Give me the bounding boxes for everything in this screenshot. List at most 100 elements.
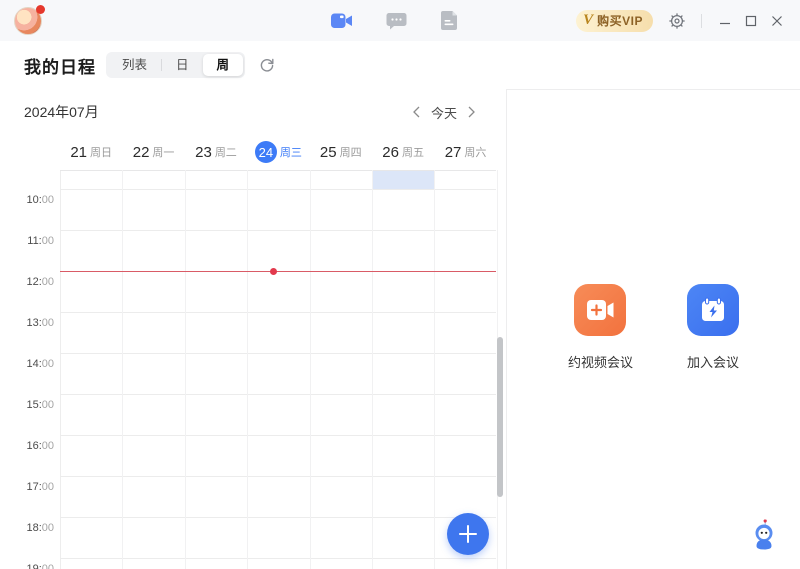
- vip-v-icon: V: [583, 12, 594, 28]
- join-meeting-label: 加入会议: [687, 355, 740, 370]
- hour-line: [60, 435, 496, 436]
- video-plus-glyph: [587, 300, 614, 320]
- day-weekday: 周一: [152, 147, 175, 159]
- chat-icon[interactable]: [384, 9, 408, 33]
- join-meeting-button[interactable]: 加入会议: [687, 284, 739, 371]
- view-tab-0[interactable]: 列表: [108, 54, 161, 76]
- chat-bubble-glyph: [386, 12, 406, 29]
- day-header-cell[interactable]: 23 周二: [185, 135, 247, 169]
- view-tab-1[interactable]: 日: [162, 54, 203, 76]
- minimize-icon: [720, 22, 730, 24]
- day-column-line: [372, 170, 373, 569]
- day-weekday: 周五: [401, 147, 424, 159]
- day-header-cell[interactable]: 26 周五: [372, 135, 434, 169]
- refresh-button[interactable]: [259, 57, 275, 73]
- day-header-cell[interactable]: 27 周六: [434, 135, 496, 169]
- calendar-lightning-glyph: [702, 297, 724, 321]
- day-header-cell[interactable]: 24 周三: [247, 135, 309, 169]
- today-button[interactable]: 今天: [431, 103, 457, 122]
- day-header-cell[interactable]: 25 周四: [310, 135, 372, 169]
- notification-badge: [36, 4, 45, 14]
- schedule-video-meeting-label: 约视频会议: [567, 355, 633, 370]
- day-number: 23: [195, 143, 212, 161]
- minimize-button[interactable]: [712, 8, 738, 34]
- day-column-line: [184, 170, 186, 569]
- time-label: 10:00: [26, 194, 54, 206]
- day-weekday: 周四: [339, 147, 362, 159]
- highlighted-time-slot[interactable]: [373, 171, 434, 189]
- vip-label: 购买VIP: [597, 14, 643, 28]
- hour-line: [60, 312, 496, 313]
- day-weekday: 周日: [90, 147, 113, 159]
- schedule-video-meeting-icon: [574, 284, 627, 336]
- view-tab-2[interactable]: 周: [202, 54, 244, 76]
- titlebar: V 购买VIP: [0, 0, 800, 41]
- day-number: 21: [70, 143, 88, 161]
- join-meeting-icon: [687, 284, 739, 336]
- hour-line: [60, 517, 496, 518]
- time-label: 11:00: [27, 235, 54, 247]
- page-title: 我的日程: [24, 57, 96, 77]
- schedule-video-meeting-button[interactable]: 约视频会议: [568, 284, 633, 371]
- hour-line: [60, 230, 496, 231]
- refresh-icon: [260, 58, 274, 72]
- grid-top-line: [60, 170, 496, 171]
- day-weekday: 周二: [214, 147, 237, 159]
- meeting-actions-panel: 约视频会议 加入会议: [507, 89, 800, 569]
- maximize-button[interactable]: [738, 8, 764, 34]
- video-camera-glyph: [331, 13, 352, 28]
- day-number: 24: [254, 141, 277, 163]
- time-label: 14:00: [26, 358, 54, 370]
- week-day-header: 21 周日 22 周一 23 周二 24 周三 25 周四 26 周五 27 周…: [60, 135, 497, 169]
- assistant-mascot-icon[interactable]: [750, 516, 778, 557]
- day-number: 26: [382, 143, 399, 161]
- current-time-dot: [270, 268, 277, 275]
- user-avatar[interactable]: [14, 4, 45, 35]
- day-header-cell[interactable]: 22 周一: [122, 135, 184, 169]
- hour-line: [60, 353, 496, 354]
- day-weekday: 周三: [279, 147, 302, 159]
- current-time-line: [60, 271, 496, 272]
- robot-mascot-glyph: [755, 519, 773, 550]
- day-number: 22: [132, 143, 150, 161]
- day-column-line: [309, 170, 311, 569]
- hour-line: [60, 189, 496, 190]
- hour-line: [60, 558, 496, 559]
- time-label: 15:00: [26, 399, 54, 411]
- day-column-line: [247, 170, 249, 569]
- day-header-cell[interactable]: 21 周日: [60, 135, 122, 169]
- chevron-right-icon: [468, 106, 475, 118]
- content-area: 2024年07月 今天 21 周日 22 周一 23 周二 24 周三 25 周…: [0, 89, 800, 569]
- gear-glyph: [669, 12, 685, 29]
- prev-week-button[interactable]: [412, 106, 421, 118]
- toolbar: 我的日程 列表日周: [0, 41, 800, 89]
- time-label: 18:00: [26, 522, 54, 534]
- calendar-header: 2024年07月 今天: [0, 89, 506, 135]
- settings-gear-icon[interactable]: [665, 9, 689, 33]
- time-label: 19:00: [26, 563, 54, 569]
- close-icon: [772, 15, 782, 26]
- titlebar-divider: [701, 13, 702, 28]
- chevron-left-icon: [413, 106, 420, 118]
- calendar-panel: 2024年07月 今天 21 周日 22 周一 23 周二 24 周三 25 周…: [0, 89, 507, 569]
- time-grid[interactable]: 10:00 11:00 12:00 13:00 14:00 15:00 16:0…: [0, 170, 506, 569]
- add-schedule-button[interactable]: [447, 513, 489, 555]
- day-weekday: 周六: [464, 147, 487, 159]
- time-label: 13:00: [26, 317, 54, 329]
- day-column-line: [122, 170, 124, 569]
- view-switcher: 列表日周: [106, 52, 246, 78]
- document-icon[interactable]: [438, 9, 462, 33]
- next-week-button[interactable]: [467, 106, 476, 118]
- day-number: 25: [319, 143, 337, 161]
- close-button[interactable]: [764, 8, 790, 34]
- video-meeting-icon[interactable]: [330, 9, 354, 33]
- calendar-scrollbar[interactable]: [497, 337, 503, 497]
- month-title: 2024年07月: [24, 104, 99, 120]
- hour-line: [60, 476, 496, 477]
- buy-vip-button[interactable]: V 购买VIP: [576, 9, 653, 32]
- time-label: 12:00: [26, 276, 54, 288]
- document-glyph: [441, 11, 457, 30]
- day-number: 27: [444, 143, 462, 161]
- maximize-icon: [745, 15, 757, 26]
- day-column-line: [434, 170, 436, 569]
